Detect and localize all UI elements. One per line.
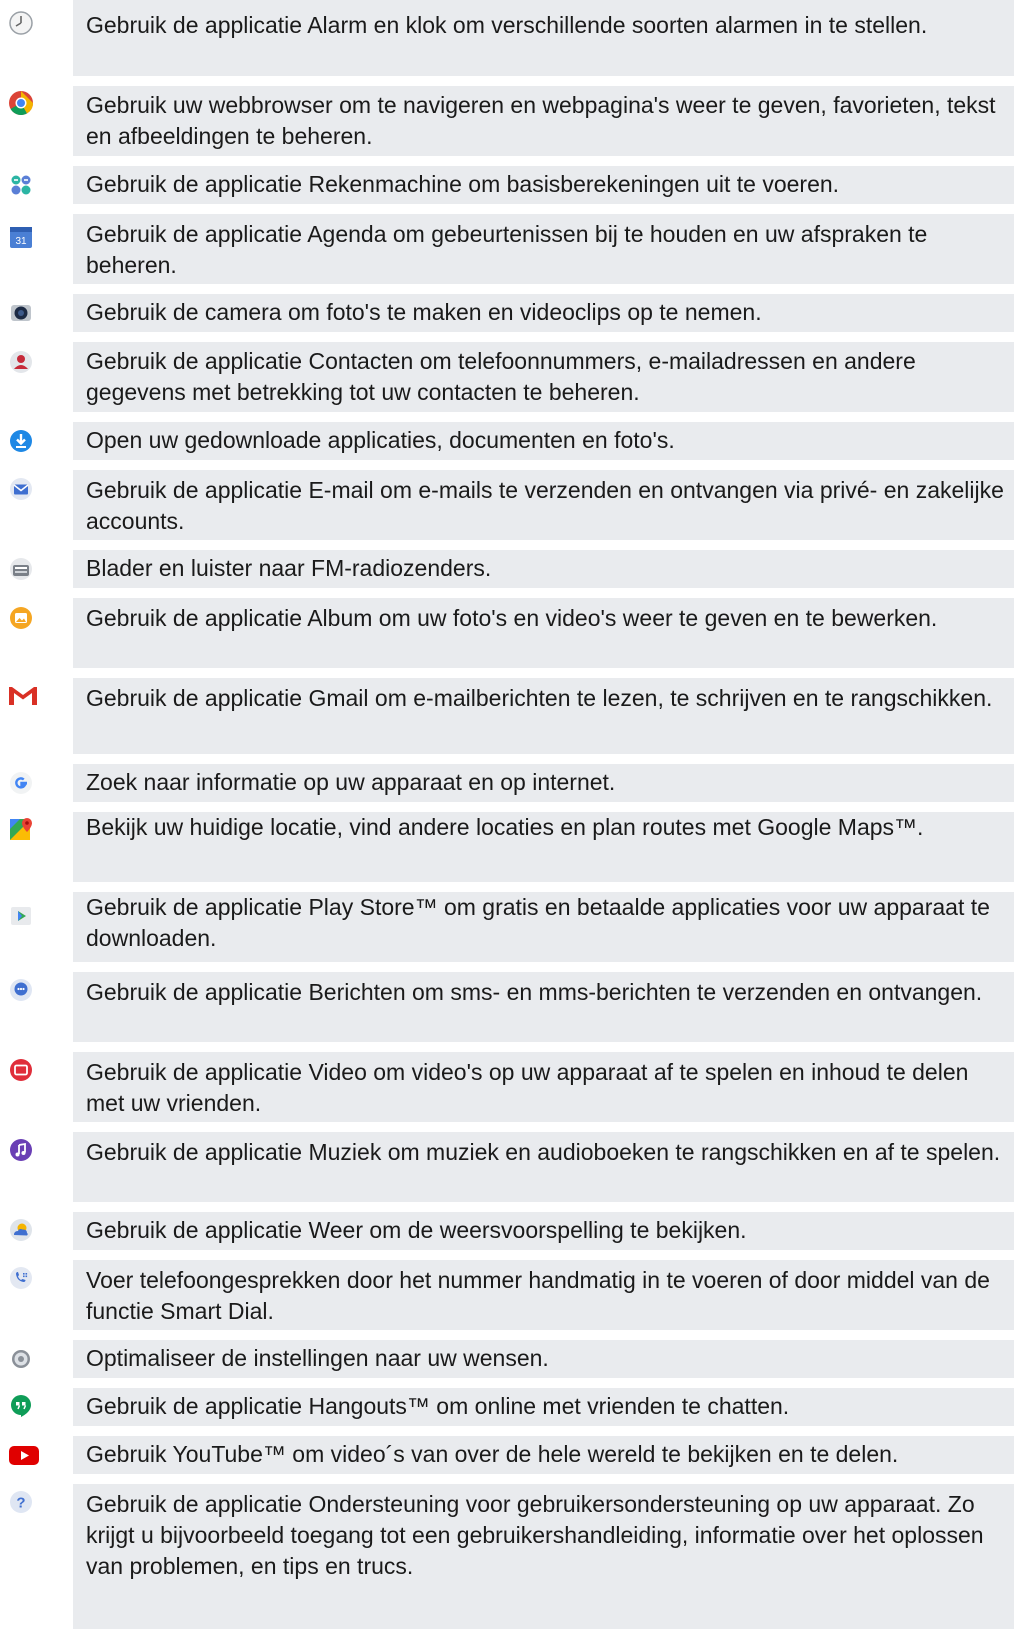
description-cell: Gebruik de camera om foto's te maken en … <box>73 294 1014 332</box>
support-icon: ? <box>8 1489 34 1515</box>
row-text: Gebruik de applicatie Play Store™ om gra… <box>86 894 990 951</box>
calendar-icon: 31 <box>8 224 34 250</box>
description-cell: Gebruik de applicatie Play Store™ om gra… <box>73 892 1014 962</box>
svg-text:31: 31 <box>15 236 27 247</box>
google-icon <box>8 770 34 796</box>
table-row: 31 Gebruik de applicatie Agenda om gebeu… <box>0 214 1014 284</box>
description-cell: Gebruik de applicatie Berichten om sms- … <box>73 972 1014 1042</box>
table-row: Gebruik de applicatie E-mail om e-mails … <box>0 470 1014 540</box>
row-text: Voer telefoongesprekken door het nummer … <box>86 1267 990 1324</box>
table-row: Blader en luister naar FM-radiozenders. <box>0 550 1014 588</box>
contacts-icon <box>8 349 34 375</box>
description-cell: Gebruik de applicatie Rekenmachine om ba… <box>73 166 1014 204</box>
row-text: Gebruik de applicatie Hangouts™ om onlin… <box>86 1393 790 1419</box>
table-row: Gebruik de applicatie Alarm en klok om v… <box>0 0 1014 76</box>
row-text: Gebruik de applicatie Alarm en klok om v… <box>86 12 928 38</box>
download-icon <box>8 428 34 454</box>
table-row: Gebruik de applicatie Play Store™ om gra… <box>0 892 1014 962</box>
table-row: Gebruik de camera om foto's te maken en … <box>0 294 1014 332</box>
description-cell: Gebruik de applicatie Alarm en klok om v… <box>73 0 1014 76</box>
table-row: Gebruik de applicatie Berichten om sms- … <box>0 972 1014 1042</box>
settings-icon <box>8 1346 34 1372</box>
row-text: Gebruik de camera om foto's te maken en … <box>86 299 762 325</box>
calculator-icon <box>8 172 34 198</box>
table-row: Voer telefoongesprekken door het nummer … <box>0 1260 1014 1330</box>
music-icon <box>8 1137 34 1163</box>
description-cell: Gebruik de applicatie E-mail om e-mails … <box>73 470 1014 540</box>
description-cell: Gebruik de applicatie Album om uw foto's… <box>73 598 1014 668</box>
table-row: Gebruik de applicatie Weer om de weersvo… <box>0 1212 1014 1250</box>
description-cell: Optimaliseer de instellingen naar uw wen… <box>73 1340 1014 1378</box>
svg-text:?: ? <box>16 1495 25 1512</box>
description-cell: Gebruik de applicatie Ondersteuning voor… <box>73 1484 1014 1629</box>
phone-icon <box>8 1265 34 1291</box>
row-text: Gebruik de applicatie Ondersteuning voor… <box>86 1491 984 1579</box>
description-cell: Gebruik de applicatie Video om video's o… <box>73 1052 1014 1122</box>
table-row: Gebruik de applicatie Muziek om muziek e… <box>0 1132 1014 1202</box>
messaging-icon <box>8 977 34 1003</box>
row-text: Gebruik de applicatie Contacten om telef… <box>86 348 916 405</box>
description-cell: Gebruik uw webbrowser om te navigeren en… <box>73 86 1014 156</box>
description-cell: Open uw gedownloade applicaties, documen… <box>73 422 1014 460</box>
row-text: Blader en luister naar FM-radiozenders. <box>86 555 492 581</box>
row-text: Gebruik de applicatie Muziek om muziek e… <box>86 1139 1001 1165</box>
row-text: Zoek naar informatie op uw apparaat en o… <box>86 769 616 795</box>
table-row: Optimaliseer de instellingen naar uw wen… <box>0 1340 1014 1378</box>
row-text: Gebruik de applicatie Gmail om e-mailber… <box>86 685 993 711</box>
table-row: Zoek naar informatie op uw apparaat en o… <box>0 764 1014 802</box>
play-store-icon <box>8 902 34 928</box>
clock-icon <box>8 10 34 36</box>
table-row: Gebruik de applicatie Gmail om e-mailber… <box>0 678 1014 754</box>
row-text: Gebruik de applicatie Rekenmachine om ba… <box>86 171 840 197</box>
table-row: Gebruik de applicatie Rekenmachine om ba… <box>0 166 1014 204</box>
table-row: Gebruik uw webbrowser om te navigeren en… <box>0 86 1014 156</box>
row-text: Gebruik de applicatie E-mail om e-mails … <box>86 477 1004 534</box>
row-text: Gebruik de applicatie Album om uw foto's… <box>86 605 938 631</box>
row-text: Gebruik de applicatie Video om video's o… <box>86 1059 969 1116</box>
row-text: Gebruik de applicatie Weer om de weersvo… <box>86 1217 747 1243</box>
table-row: Open uw gedownloade applicaties, documen… <box>0 422 1014 460</box>
table-row: Gebruik de applicatie Album om uw foto's… <box>0 598 1014 668</box>
gmail-icon <box>6 683 40 709</box>
table-row: Bekijk uw huidige locatie, vind andere l… <box>0 812 1014 882</box>
description-cell: Bekijk uw huidige locatie, vind andere l… <box>73 812 1014 882</box>
video-icon <box>8 1057 34 1083</box>
table-row: Gebruik de applicatie Hangouts™ om onlin… <box>0 1388 1014 1426</box>
description-cell: Gebruik de applicatie Hangouts™ om onlin… <box>73 1388 1014 1426</box>
row-text: Bekijk uw huidige locatie, vind andere l… <box>86 814 924 840</box>
description-cell: Gebruik de applicatie Weer om de weersvo… <box>73 1212 1014 1250</box>
email-icon <box>8 476 34 502</box>
description-cell: Gebruik de applicatie Muziek om muziek e… <box>73 1132 1014 1202</box>
description-cell: Gebruik de applicatie Agenda om gebeurte… <box>73 214 1014 284</box>
youtube-icon <box>8 1442 40 1468</box>
hangouts-icon <box>8 1393 34 1419</box>
row-text: Optimaliseer de instellingen naar uw wen… <box>86 1345 549 1371</box>
camera-icon <box>8 300 34 326</box>
row-text: Open uw gedownloade applicaties, documen… <box>86 427 675 453</box>
row-text: Gebruik uw webbrowser om te navigeren en… <box>86 92 996 149</box>
row-text: Gebruik YouTube™ om video´s van over de … <box>86 1441 899 1467</box>
table-row: ? Gebruik de applicatie Ondersteuning vo… <box>0 1484 1014 1629</box>
table-row: Gebruik YouTube™ om video´s van over de … <box>0 1436 1014 1474</box>
description-cell: Gebruik YouTube™ om video´s van over de … <box>73 1436 1014 1474</box>
description-cell: Gebruik de applicatie Contacten om telef… <box>73 342 1014 412</box>
weather-icon <box>8 1217 34 1243</box>
chrome-icon <box>8 90 34 116</box>
table-row: Gebruik de applicatie Video om video's o… <box>0 1052 1014 1122</box>
description-cell: Zoek naar informatie op uw apparaat en o… <box>73 764 1014 802</box>
row-text: Gebruik de applicatie Berichten om sms- … <box>86 979 983 1005</box>
description-cell: Voer telefoongesprekken door het nummer … <box>73 1260 1014 1330</box>
row-text: Gebruik de applicatie Agenda om gebeurte… <box>86 221 928 278</box>
table-row: Gebruik de applicatie Contacten om telef… <box>0 342 1014 412</box>
maps-icon <box>8 816 34 842</box>
description-cell: Blader en luister naar FM-radiozenders. <box>73 550 1014 588</box>
fm-radio-icon <box>8 556 34 582</box>
album-icon <box>8 605 34 631</box>
description-cell: Gebruik de applicatie Gmail om e-mailber… <box>73 678 1014 754</box>
